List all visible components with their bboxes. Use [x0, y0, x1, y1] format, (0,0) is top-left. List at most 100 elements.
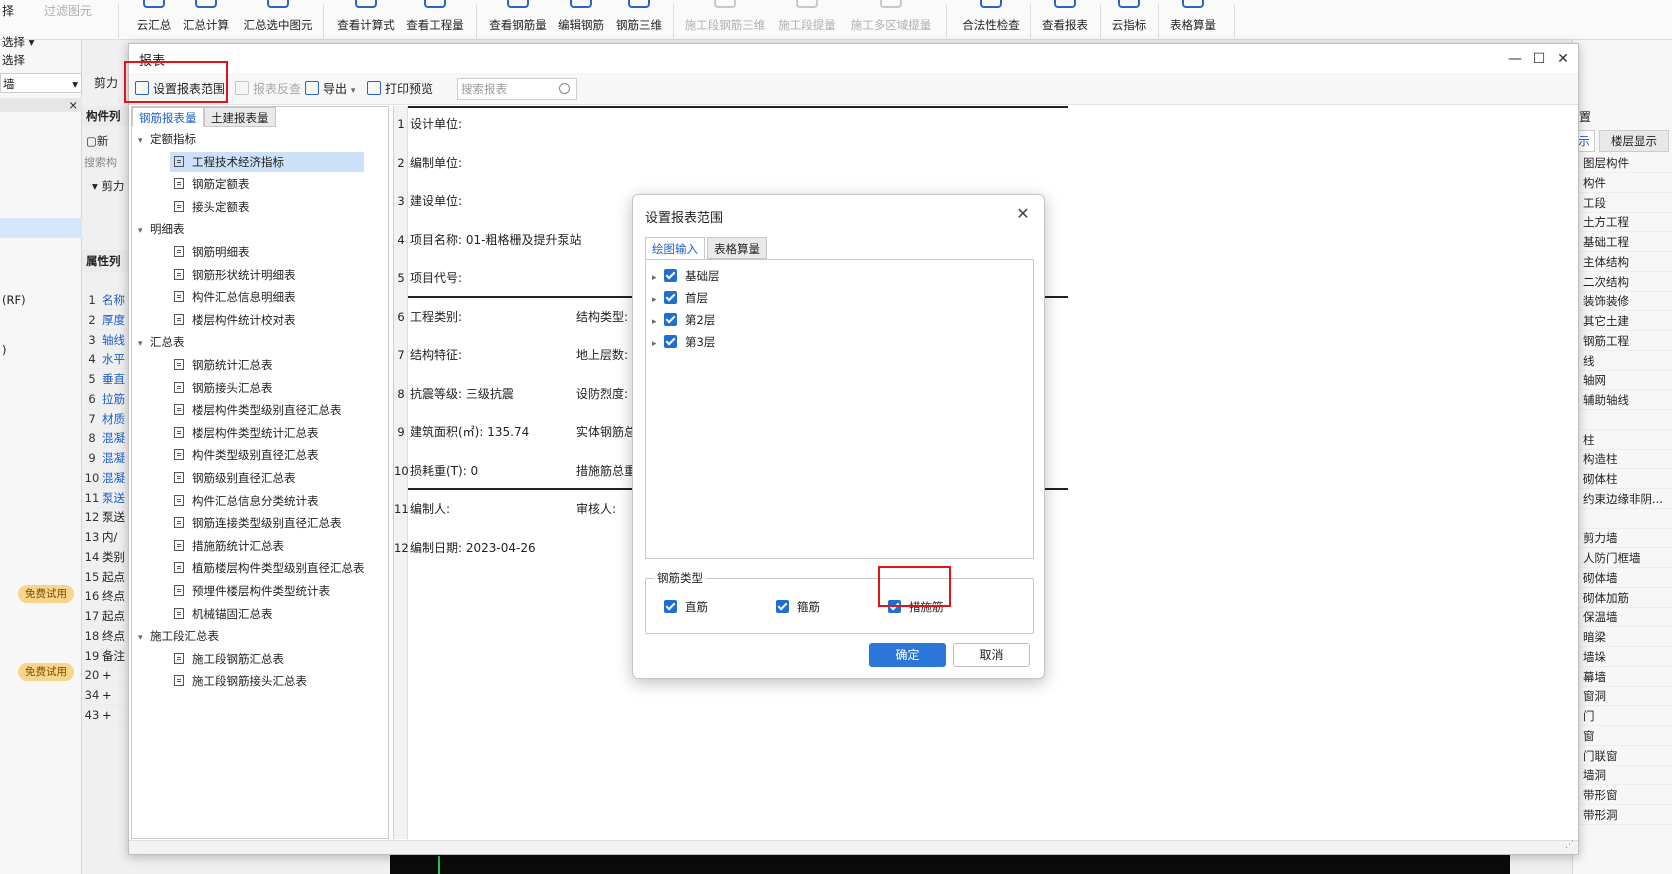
multi-area-quantity-button[interactable]: 施工多区域提量 — [843, 0, 939, 40]
checkbox-checked-icon[interactable] — [664, 291, 677, 304]
tree-report-item[interactable]: 钢筋级别直径汇总表 — [170, 468, 364, 488]
view-quantity-button[interactable]: 查看工程量 — [403, 0, 467, 40]
tab-drawing-input[interactable]: 绘图输入 — [645, 237, 705, 259]
chevron-right-icon[interactable]: ▸ — [652, 290, 664, 310]
tree-report-item[interactable]: 施工段钢筋接头汇总表 — [170, 671, 364, 691]
close-icon[interactable]: × — [68, 98, 78, 111]
property-row[interactable]: 15 起点 — [82, 567, 128, 587]
property-row[interactable]: 18 终点 — [82, 626, 128, 646]
tree-report-item[interactable]: 构件汇总信息明细表 — [170, 287, 364, 307]
tree-report-item[interactable]: 接头定额表 — [170, 197, 364, 217]
tree-report-item[interactable]: 机械锚固汇总表 — [170, 604, 364, 624]
tab-rebar-report[interactable]: 钢筋报表量 — [132, 107, 204, 127]
property-row[interactable]: 14 类别 — [82, 547, 128, 567]
layer-item[interactable]: 其它土建 — [1573, 311, 1672, 331]
summary-calc-button[interactable]: 汇总计算 — [178, 0, 234, 40]
table-calc-button[interactable]: 表格算量 — [1166, 0, 1220, 40]
component-combo[interactable]: 墙 ▾ — [0, 73, 82, 93]
tree-report-item[interactable]: 楼层构件类型级别直径汇总表 — [170, 400, 364, 420]
tree-report-item[interactable]: 预埋件楼层构件类型统计表 — [170, 581, 364, 601]
left-label-select-1[interactable]: 选择 ▾ — [0, 32, 82, 52]
segment-quantity-button[interactable]: 施工段提量 — [775, 0, 839, 40]
left-selected-row[interactable] — [0, 218, 82, 238]
maximize-icon[interactable]: ☐ — [1526, 47, 1552, 71]
layer-item[interactable]: 墙垛 — [1573, 647, 1672, 667]
layer-item[interactable]: 门联窗 — [1573, 746, 1672, 766]
tree-report-item[interactable]: 钢筋连接类型级别直径汇总表 — [170, 513, 364, 533]
tab-floor-display[interactable]: 楼层显示 — [1599, 130, 1669, 152]
rebar-3d-button[interactable]: 钢筋三维 — [612, 0, 666, 40]
layer-item[interactable]: 墙洞 — [1573, 765, 1672, 786]
checkbox-straight-bar[interactable]: 直筋 — [664, 597, 708, 617]
layer-item[interactable] — [1573, 410, 1672, 430]
tree-report-item[interactable]: 钢筋接头汇总表 — [170, 378, 364, 398]
ribbon-left-label-1[interactable]: 择 — [2, 2, 14, 18]
tab-civil-report[interactable]: 土建报表量 — [204, 107, 276, 127]
property-row[interactable]: 11 泵送 — [82, 488, 128, 508]
layer-item[interactable]: 主体结构 — [1573, 252, 1672, 272]
tree-report-item[interactable]: 钢筋统计汇总表 — [170, 355, 364, 375]
tree-report-item[interactable]: 钢筋形状统计明细表 — [170, 265, 364, 285]
new-component-button[interactable]: ▢新 — [86, 132, 126, 150]
chevron-down-icon[interactable]: ▾ — [138, 131, 150, 151]
property-row[interactable]: 34 + — [82, 685, 128, 705]
tree-report-item[interactable]: 楼层构件统计校对表 — [170, 310, 364, 330]
layer-item[interactable]: 保温墙 — [1573, 607, 1672, 628]
print-preview-button[interactable]: 打印预览 — [367, 79, 433, 99]
view-report-button[interactable]: 查看报表 — [1038, 0, 1092, 40]
checkbox-checked-icon[interactable] — [664, 335, 677, 348]
layer-item[interactable]: 窗洞 — [1573, 686, 1672, 707]
tree-report-item[interactable]: 钢筋定额表 — [170, 174, 364, 194]
component-tree-node[interactable]: ▾ 剪力 — [92, 178, 128, 196]
layer-item[interactable]: 二次结构 — [1573, 272, 1672, 292]
layer-item[interactable]: 门 — [1573, 706, 1672, 726]
layer-item[interactable]: 轴网 — [1573, 370, 1672, 391]
checkbox-checked-icon[interactable] — [664, 600, 677, 613]
close-icon[interactable]: ✕ — [1012, 203, 1034, 225]
tree-report-item[interactable]: 楼层构件类型统计汇总表 — [170, 423, 364, 443]
layer-item[interactable]: 人防门框墙 — [1573, 548, 1672, 568]
layer-item[interactable]: 约束边缘非阴... — [1573, 489, 1672, 509]
layer-item[interactable]: 线 — [1573, 351, 1672, 371]
tree-group[interactable]: ▾ 定额指标 — [138, 129, 196, 149]
property-row[interactable]: 19 备注 — [82, 646, 128, 666]
tree-group[interactable]: ▾ 明细表 — [138, 219, 185, 239]
chevron-right-icon[interactable]: ▸ — [652, 312, 664, 332]
checkbox-checked-icon[interactable] — [664, 269, 677, 282]
component-search-input[interactable]: 搜索构 — [84, 154, 126, 170]
tree-report-item[interactable]: 施工段钢筋汇总表 — [170, 649, 364, 669]
chevron-right-icon[interactable]: ▸ — [652, 268, 664, 288]
layer-item[interactable]: 工段 — [1573, 193, 1672, 213]
floor-item[interactable]: ▸ 首层 — [652, 288, 708, 308]
floor-item[interactable]: ▸ 第3层 — [652, 332, 715, 352]
view-formula-button[interactable]: 查看计算式 — [334, 0, 398, 40]
property-row[interactable]: 20 + — [82, 665, 128, 686]
layer-item[interactable]: 暗梁 — [1573, 627, 1672, 647]
layer-item[interactable]: 土方工程 — [1573, 212, 1672, 233]
property-row[interactable]: 5 垂直 — [82, 369, 128, 389]
summary-selected-button[interactable]: 汇总选中图元 — [238, 0, 318, 40]
minimize-icon[interactable]: — — [1502, 47, 1528, 71]
layer-item[interactable]: 砌体墙 — [1573, 568, 1672, 588]
tree-report-item[interactable]: 构件汇总信息分类统计表 — [170, 491, 364, 511]
layer-item[interactable]: 砌体柱 — [1573, 469, 1672, 489]
property-row[interactable]: 12 泵送 — [82, 507, 128, 528]
resize-grip-icon[interactable]: ⋰ — [1565, 840, 1574, 850]
checkbox-checked-icon[interactable] — [776, 600, 789, 613]
layer-item[interactable]: 构件 — [1573, 173, 1672, 193]
cloud-index-button[interactable]: 云指标 — [1108, 0, 1150, 40]
report-reverse-check-button[interactable]: 报表反查 — [235, 79, 301, 99]
layer-item[interactable]: 幕墙 — [1573, 667, 1672, 687]
layer-item[interactable]: 窗 — [1573, 726, 1672, 746]
property-row[interactable]: 2 厚度 — [82, 310, 128, 330]
drawing-canvas[interactable] — [390, 852, 1510, 874]
tree-group[interactable]: ▾ 施工段汇总表 — [138, 626, 219, 646]
free-trial-badge[interactable]: 免费试用 — [18, 585, 74, 603]
floor-item[interactable]: ▸ 第2层 — [652, 310, 715, 330]
floor-item[interactable]: ▸ 基础层 — [652, 266, 720, 286]
export-button[interactable]: 导出 ▾ — [305, 79, 355, 99]
property-row[interactable]: 13 内/ — [82, 527, 128, 547]
property-row[interactable]: 17 起点 — [82, 606, 128, 626]
cancel-button[interactable]: 取消 — [953, 643, 1030, 667]
close-icon[interactable]: ✕ — [1550, 47, 1576, 71]
